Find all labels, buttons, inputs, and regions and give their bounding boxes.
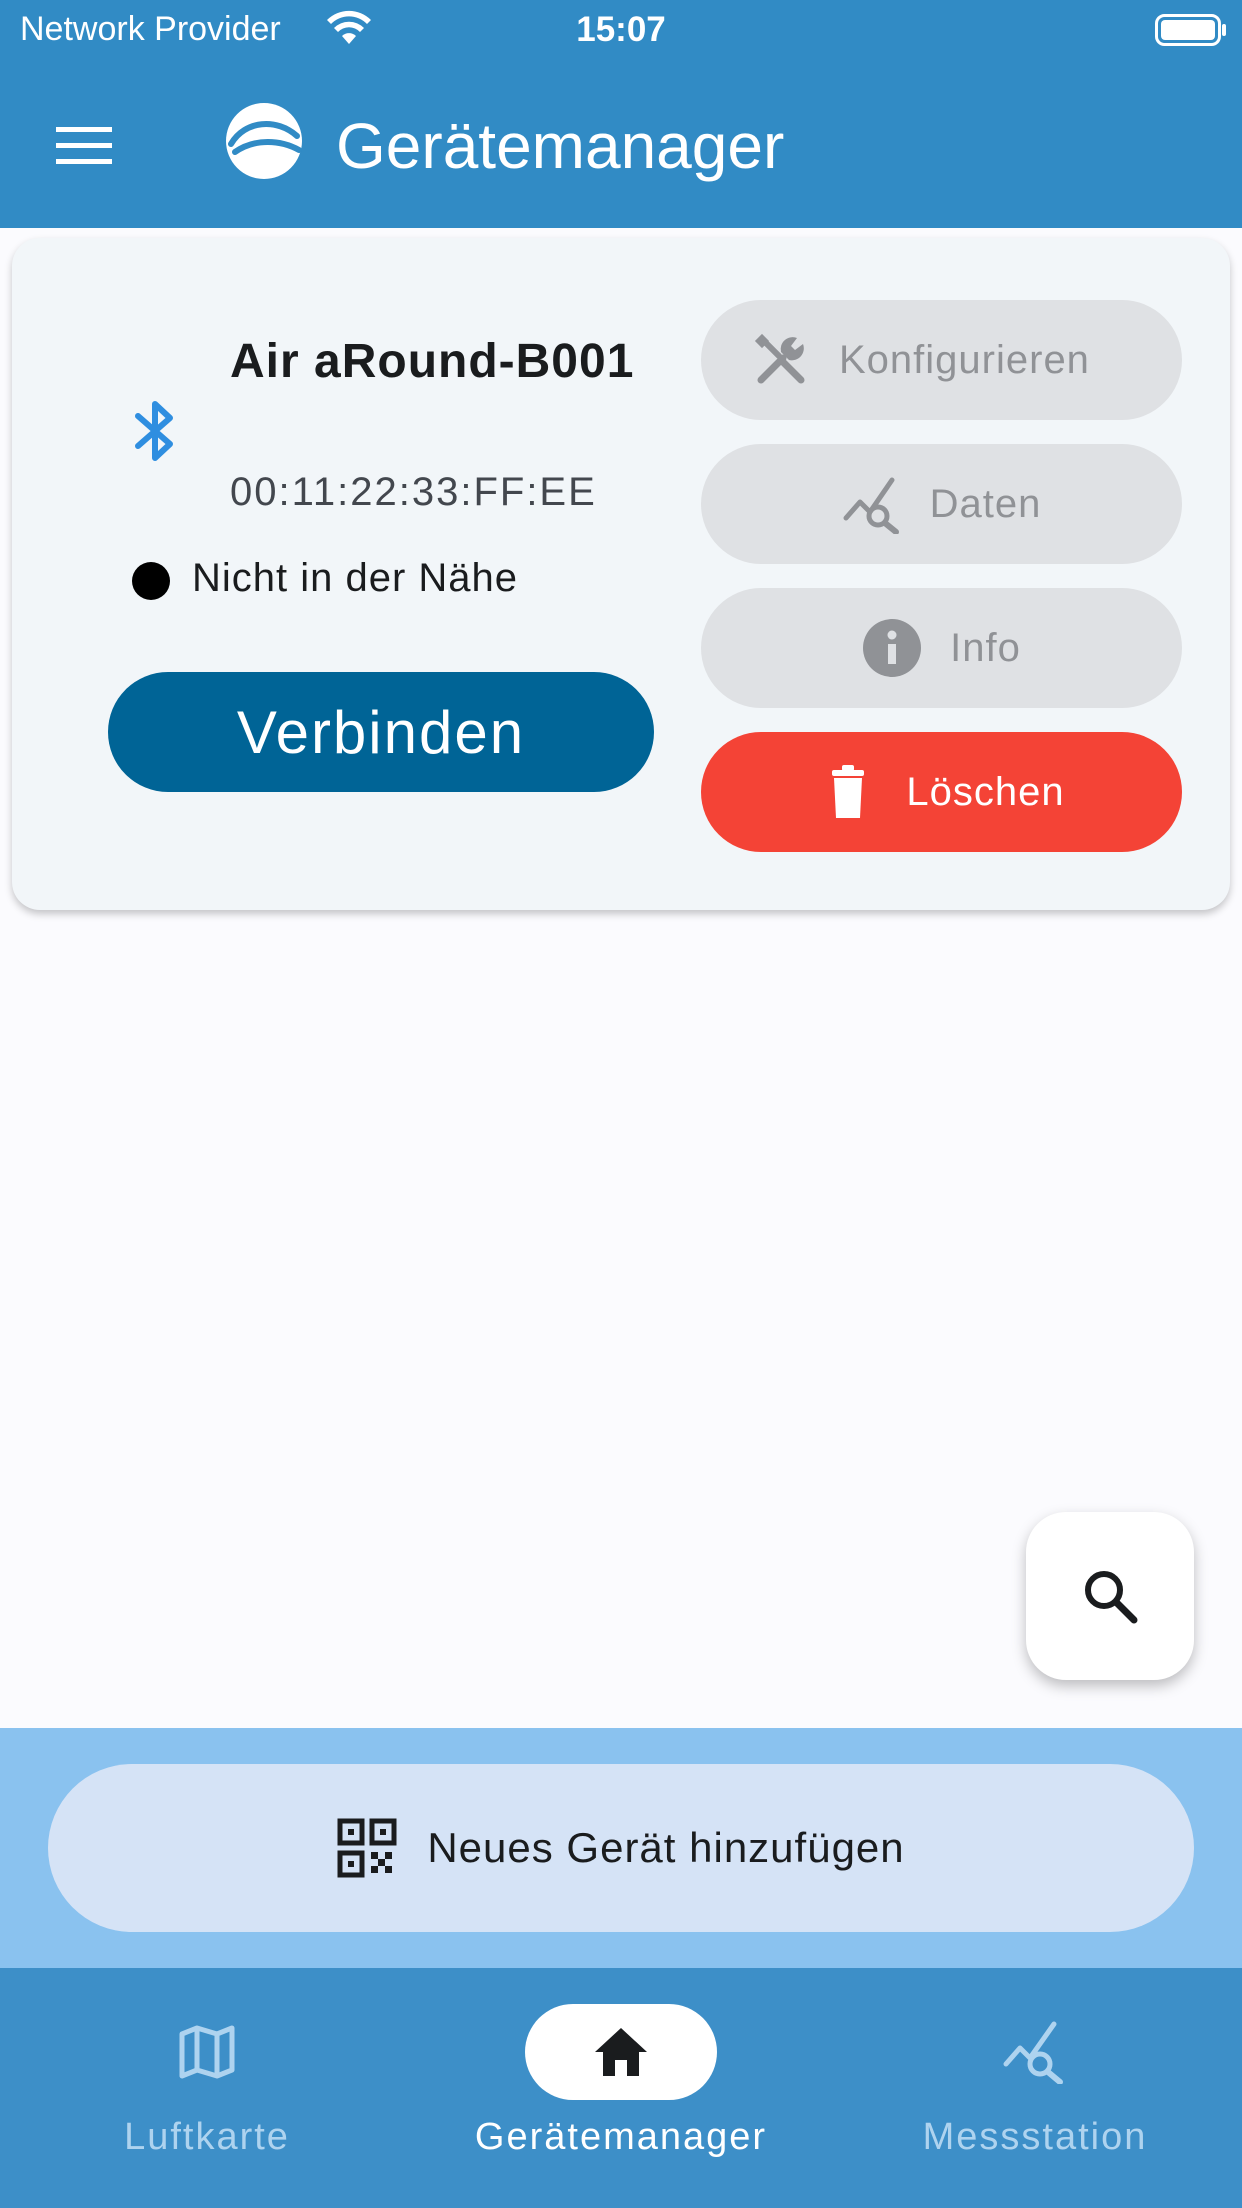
search-icon: [1085, 1571, 1138, 1624]
chart-search-icon: [843, 477, 899, 534]
nav-icon-container-active: [525, 2004, 717, 2100]
toolbar: Gerätemanager: [0, 62, 1242, 228]
info-button[interactable]: Info: [701, 588, 1182, 708]
map-icon: [179, 2025, 235, 2079]
hamburger-menu-icon: [56, 127, 112, 164]
connect-button[interactable]: Verbinden: [108, 672, 654, 792]
status-bar: Network Provider 15:07: [0, 0, 1242, 62]
clock: 15:07: [576, 10, 666, 49]
battery-icon: [1155, 14, 1226, 46]
proximity-status: Nicht in der Nähe: [192, 556, 519, 600]
nav-icon-container: [939, 2004, 1131, 2100]
delete-button[interactable]: Löschen: [701, 732, 1182, 852]
qr-code-icon: [337, 1818, 397, 1878]
search-fab[interactable]: [1026, 1512, 1194, 1680]
configure-label: Konfigurieren: [839, 338, 1090, 382]
app-logo-icon: [226, 103, 302, 179]
device-mac-address: 00:11:22:33:FF:EE: [230, 470, 597, 514]
info-icon: [863, 619, 922, 677]
nav-item-geraetemanager[interactable]: Gerätemanager: [414, 1968, 828, 2208]
nav-label-luftkarte: Luftkarte: [124, 2116, 290, 2158]
data-label: Daten: [929, 481, 1042, 526]
info-label: Info: [950, 625, 1021, 670]
nav-label-messstation: Messstation: [922, 2116, 1148, 2158]
add-device-button[interactable]: Neues Gerät hinzufügen: [48, 1764, 1194, 1932]
nav-item-luftkarte[interactable]: Luftkarte: [0, 1968, 414, 2208]
bluetooth-icon: [135, 401, 173, 461]
device-name: Air aRound-B001: [230, 335, 635, 388]
data-button[interactable]: Daten: [701, 444, 1182, 564]
tools-icon: [754, 333, 805, 384]
add-device-area: Neues Gerät hinzufügen: [0, 1728, 1242, 1968]
trash-icon: [832, 765, 865, 818]
nav-label-geraetemanager: Gerätemanager: [474, 2116, 768, 2158]
device-card: Air aRound-B001 00:11:22:33:FF:EE Nicht …: [12, 238, 1230, 910]
menu-button[interactable]: [36, 104, 132, 186]
page-title: Gerätemanager: [336, 110, 785, 182]
chart-search-icon: [1003, 2021, 1063, 2084]
nav-item-messstation[interactable]: Messstation: [828, 1968, 1242, 2208]
configure-button[interactable]: Konfigurieren: [701, 300, 1182, 420]
bottom-navigation: Luftkarte Gerätemanager Messstation: [0, 1968, 1242, 2208]
add-device-label: Neues Gerät hinzufügen: [427, 1824, 905, 1871]
app-header: Network Provider 15:07 Gerätemanager: [0, 0, 1242, 228]
home-icon: [595, 2028, 647, 2076]
nav-icon-container: [111, 2004, 303, 2100]
proximity-status-dot: [132, 562, 170, 600]
delete-label: Löschen: [906, 769, 1065, 814]
